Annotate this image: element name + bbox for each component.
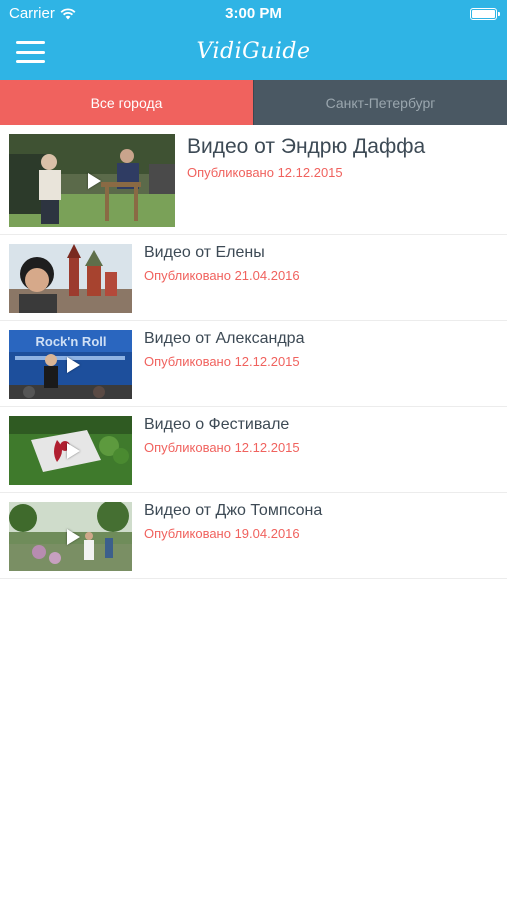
play-icon bbox=[88, 172, 101, 189]
video-list: Видео от Эндрю Даффа Опубликовано 12.12.… bbox=[0, 125, 507, 579]
video-title: Видео от Елены bbox=[144, 244, 265, 261]
video-item-andrew-duff[interactable]: Видео от Эндрю Даффа Опубликовано 12.12.… bbox=[0, 125, 507, 235]
play-icon bbox=[66, 356, 80, 373]
play-icon bbox=[66, 528, 80, 545]
nav-bar: VidiGuide bbox=[0, 28, 507, 80]
svg-text:Rock'n Roll: Rock'n Roll bbox=[36, 334, 107, 349]
video-title: Видео от Эндрю Даффа bbox=[187, 135, 426, 158]
video-thumbnail[interactable] bbox=[9, 502, 132, 571]
video-title: Видео от Джо Томпсона bbox=[144, 502, 323, 519]
video-item-festival[interactable]: Видео о Фестивале Опубликовано 12.12.201… bbox=[0, 407, 507, 493]
clock: 3:00 PM bbox=[225, 5, 282, 22]
video-date: Опубликовано 12.12.2015 bbox=[187, 165, 343, 180]
video-date: Опубликовано 12.12.2015 bbox=[144, 354, 300, 369]
video-thumbnail[interactable] bbox=[9, 134, 175, 227]
video-title: Видео от Александра bbox=[144, 330, 305, 347]
tab-all-cities[interactable]: Все города bbox=[0, 80, 253, 125]
video-item-joe-thompson[interactable]: Видео от Джо Томпсона Опубликовано 19.04… bbox=[0, 493, 507, 579]
video-item-elena[interactable]: Видео от Елены Опубликовано 21.04.2016 bbox=[0, 235, 507, 321]
status-bar: Carrier 3:00 PM bbox=[0, 0, 507, 28]
play-icon bbox=[66, 442, 80, 459]
app-title: VidiGuide bbox=[196, 39, 311, 64]
video-title: Видео о Фестивале bbox=[144, 416, 290, 433]
video-thumbnail[interactable]: Rock'n Roll bbox=[9, 330, 132, 399]
video-thumbnail[interactable] bbox=[9, 244, 132, 313]
video-date: Опубликовано 21.04.2016 bbox=[144, 268, 300, 283]
tab-saint-petersburg[interactable]: Санкт-Петербург bbox=[253, 80, 507, 125]
video-item-alexander[interactable]: Rock'n Roll Видео от Александра Опублико… bbox=[0, 321, 507, 407]
battery-icon bbox=[470, 8, 500, 20]
video-thumbnail[interactable] bbox=[9, 416, 132, 485]
video-date: Опубликовано 12.12.2015 bbox=[144, 440, 300, 455]
city-tabs: Все города Санкт-Петербург bbox=[0, 80, 507, 125]
video-date: Опубликовано 19.04.2016 bbox=[144, 526, 300, 541]
